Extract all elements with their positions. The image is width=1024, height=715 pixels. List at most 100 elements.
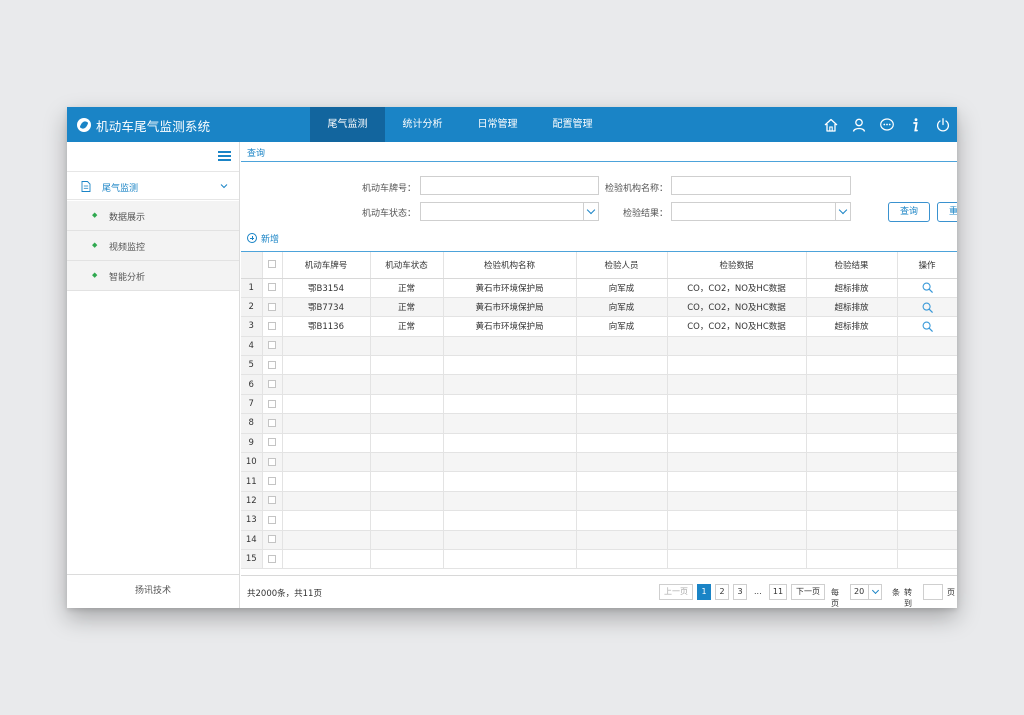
menu-toggle-icon[interactable] bbox=[218, 151, 231, 161]
row-checkbox[interactable] bbox=[268, 496, 276, 505]
checkbox-cell bbox=[262, 278, 283, 298]
empty-cell bbox=[806, 433, 898, 454]
table-row[interactable]: 8 bbox=[241, 413, 957, 434]
empty-cell bbox=[806, 491, 898, 512]
row-checkbox[interactable] bbox=[268, 380, 276, 389]
table-row[interactable]: 15 bbox=[241, 549, 957, 570]
row-checkbox[interactable] bbox=[268, 535, 276, 544]
add-new-button[interactable]: 新增 bbox=[247, 231, 279, 245]
table-row[interactable]: 11 bbox=[241, 471, 957, 492]
sidebar-group-exhaust-monitoring[interactable]: 尾气监测 bbox=[67, 171, 239, 200]
table-row[interactable]: 1 鄂B3154 正常 黄石市环境保护局 向军成 CO，CO2，NO及HC数据 … bbox=[241, 278, 957, 298]
column-header: 操作 bbox=[897, 252, 957, 279]
result-cell: 超标排放 bbox=[806, 316, 898, 337]
row-checkbox[interactable] bbox=[268, 515, 276, 524]
row-checkbox[interactable] bbox=[268, 399, 276, 408]
row-checkbox[interactable] bbox=[268, 438, 276, 447]
org-input[interactable] bbox=[671, 176, 851, 195]
table-row[interactable]: 10 bbox=[241, 452, 957, 473]
page-button[interactable]: 2 bbox=[715, 584, 729, 600]
app-title: 机动车尾气监测系统 bbox=[96, 118, 211, 134]
prev-page-button[interactable]: 上一页 bbox=[659, 584, 693, 600]
home-icon[interactable] bbox=[823, 117, 839, 133]
row-checkbox[interactable] bbox=[268, 283, 276, 292]
sidebar-group-label: 尾气监测 bbox=[102, 184, 139, 194]
message-icon[interactable] bbox=[879, 117, 895, 133]
sidebar-item-video-monitoring[interactable]: ◆ 视频监控 bbox=[67, 231, 239, 261]
next-page-button[interactable]: 下一页 bbox=[791, 584, 825, 600]
row-checkbox[interactable] bbox=[268, 321, 276, 330]
row-number: 7 bbox=[241, 394, 263, 415]
info-icon[interactable] bbox=[907, 117, 923, 133]
checkbox-cell bbox=[262, 374, 283, 395]
status-cell: 正常 bbox=[370, 297, 444, 318]
column-header[interactable]: 检验人员 bbox=[576, 252, 668, 279]
empty-cell bbox=[282, 413, 371, 434]
page-button[interactable]: 1 bbox=[697, 584, 711, 600]
row-checkbox[interactable] bbox=[268, 360, 276, 369]
empty-cell bbox=[282, 336, 371, 357]
sidebar: 尾气监测 ◆ 数据展示 ◆ 视频监控 ◆ 智能分析 扬讯技术 bbox=[67, 142, 240, 608]
column-header[interactable]: 机动车牌号 bbox=[282, 252, 371, 279]
nav-tab-statistics[interactable]: 统计分析 bbox=[385, 107, 460, 142]
sidebar-item-data-display[interactable]: ◆ 数据展示 bbox=[67, 201, 239, 231]
empty-cell bbox=[282, 491, 371, 512]
empty-cell bbox=[282, 471, 371, 492]
table-row[interactable]: 13 bbox=[241, 510, 957, 531]
select-all-checkbox[interactable] bbox=[268, 260, 276, 269]
search-icon[interactable] bbox=[922, 302, 933, 313]
nav-tab-daily-management[interactable]: 日常管理 bbox=[460, 107, 535, 142]
empty-cell bbox=[897, 549, 957, 570]
chevron-down-icon bbox=[835, 203, 850, 220]
plate-cell: 鄂B1136 bbox=[282, 316, 371, 337]
empty-cell bbox=[667, 374, 807, 395]
empty-cell bbox=[667, 394, 807, 415]
page-button[interactable]: 3 bbox=[733, 584, 747, 600]
table-row[interactable]: 9 bbox=[241, 433, 957, 454]
reset-button[interactable]: 重置 bbox=[937, 202, 957, 222]
row-checkbox[interactable] bbox=[268, 457, 276, 466]
page-button[interactable]: 11 bbox=[769, 584, 787, 600]
nav-tab-config-management[interactable]: 配置管理 bbox=[535, 107, 610, 142]
page-ellipsis: ... bbox=[754, 587, 762, 596]
nav-tab-exhaust-monitoring[interactable]: 尾气监测 bbox=[310, 107, 385, 142]
table-row[interactable]: 7 bbox=[241, 394, 957, 415]
empty-cell bbox=[443, 355, 577, 376]
row-checkbox[interactable] bbox=[268, 477, 276, 486]
table-row[interactable]: 3 鄂B1136 正常 黄石市环境保护局 向军成 CO，CO2，NO及HC数据 … bbox=[241, 316, 957, 337]
search-icon[interactable] bbox=[922, 282, 933, 294]
per-page-select[interactable]: 20 bbox=[850, 584, 882, 600]
table-row[interactable]: 6 bbox=[241, 374, 957, 395]
empty-cell bbox=[443, 549, 577, 570]
table-row[interactable]: 12 bbox=[241, 491, 957, 512]
sidebar-item-label: 数据展示 bbox=[109, 213, 146, 223]
sidebar-item-smart-analysis[interactable]: ◆ 智能分析 bbox=[67, 261, 239, 291]
column-header[interactable]: 检验机构名称 bbox=[443, 252, 577, 279]
power-icon[interactable] bbox=[935, 117, 951, 133]
sidebar-item-label: 视频监控 bbox=[109, 243, 146, 253]
row-checkbox[interactable] bbox=[268, 302, 276, 311]
sidebar-footer: 扬讯技术 bbox=[67, 574, 239, 608]
empty-cell bbox=[370, 355, 444, 376]
result-select[interactable] bbox=[671, 202, 851, 221]
empty-cell bbox=[370, 394, 444, 415]
diamond-bullet-icon: ◆ bbox=[92, 211, 98, 219]
row-checkbox[interactable] bbox=[268, 341, 276, 350]
top-icon-group bbox=[811, 117, 951, 133]
table-row[interactable]: 14 bbox=[241, 530, 957, 550]
table-row[interactable]: 2 鄂B7734 正常 黄石市环境保护局 向军成 CO，CO2，NO及HC数据 … bbox=[241, 297, 957, 318]
table-row[interactable]: 4 bbox=[241, 336, 957, 357]
data-cell: CO，CO2，NO及HC数据 bbox=[667, 278, 807, 298]
inspector-cell: 向军成 bbox=[576, 297, 668, 318]
row-number: 9 bbox=[241, 433, 263, 454]
column-header[interactable]: 机动车状态 bbox=[370, 252, 444, 279]
row-checkbox[interactable] bbox=[268, 554, 276, 563]
column-header[interactable]: 检验结果 bbox=[806, 252, 898, 279]
search-button[interactable]: 查询 bbox=[888, 202, 930, 222]
search-icon[interactable] bbox=[922, 321, 933, 332]
table-row[interactable]: 5 bbox=[241, 355, 957, 376]
goto-page-input[interactable] bbox=[923, 584, 943, 600]
column-header[interactable]: 检验数据 bbox=[667, 252, 807, 279]
user-icon[interactable] bbox=[851, 117, 867, 133]
row-checkbox[interactable] bbox=[268, 418, 276, 427]
